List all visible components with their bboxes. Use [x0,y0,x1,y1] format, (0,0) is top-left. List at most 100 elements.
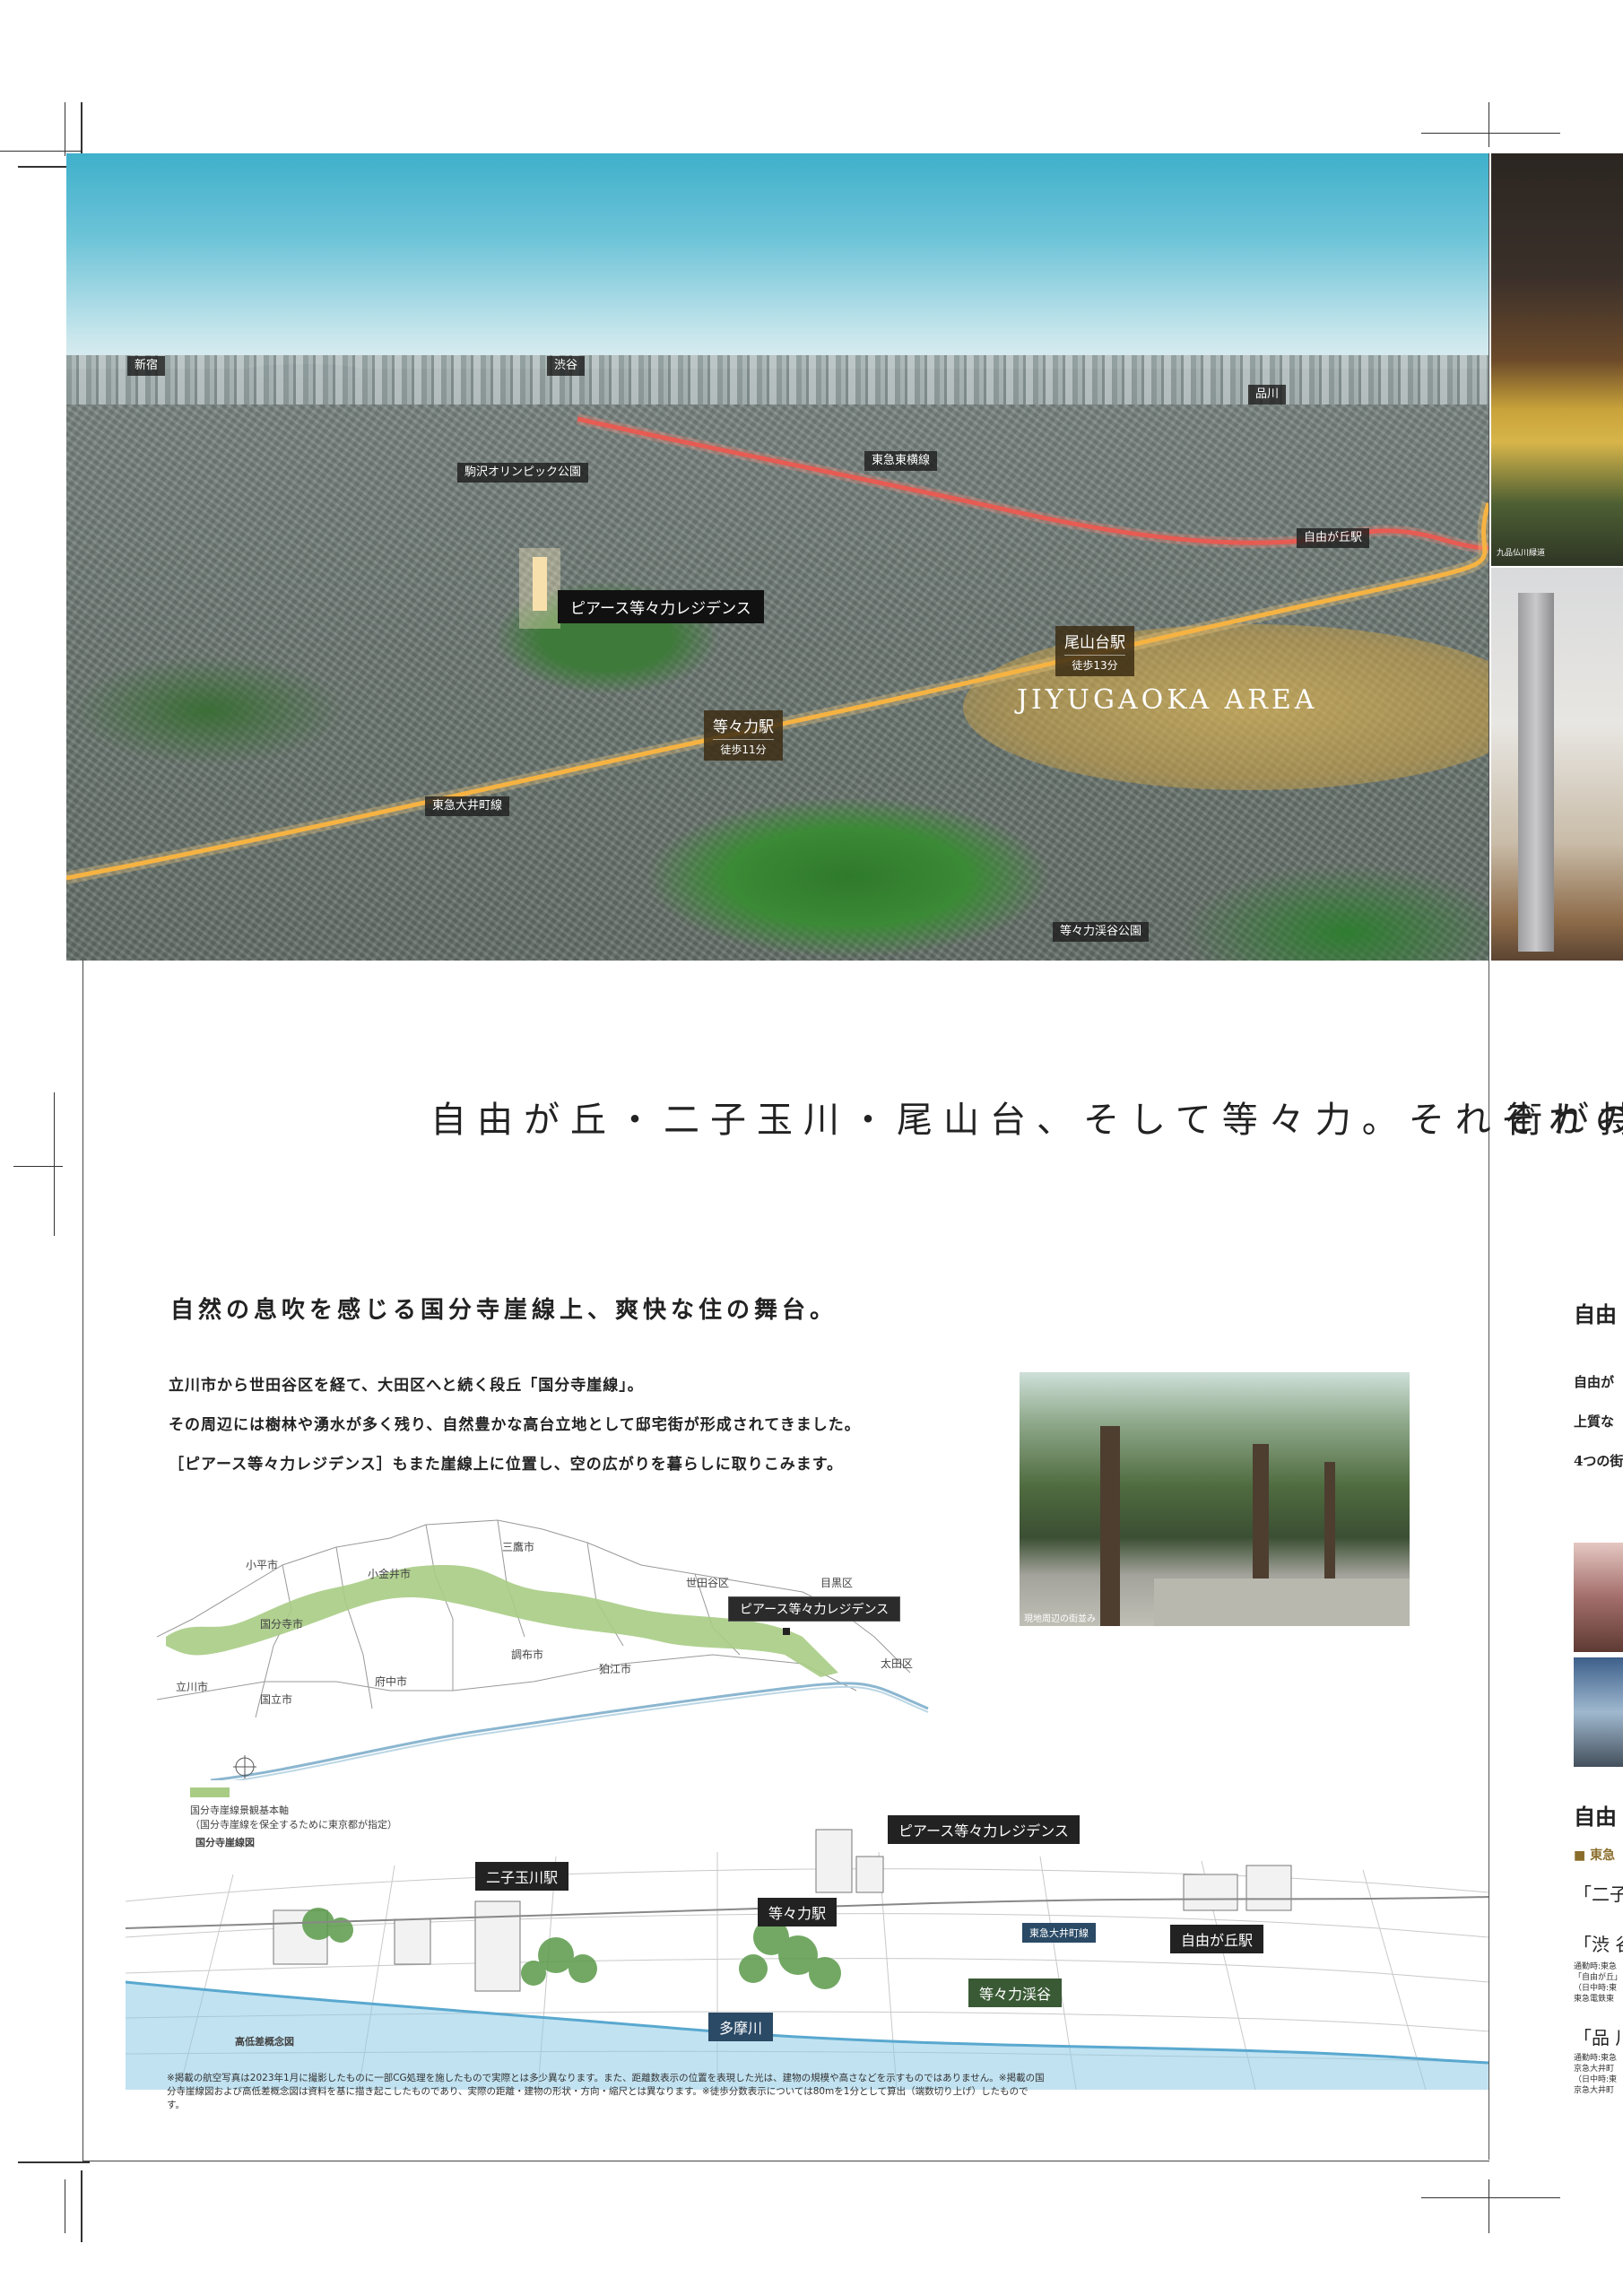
property-marker [783,1628,790,1635]
right-col-sub: ■ 東急 [1574,1848,1616,1863]
tree [521,1961,546,1986]
right-col-item-1: 「二子 [1574,1883,1623,1905]
right-col-photo-2 [1574,1657,1623,1767]
center-fold-line [1488,153,1489,2160]
map-legend-line1: 国分寺崖線景観基本軸 [190,1805,289,1816]
right-col-title-2: 自由 [1574,1804,1617,1830]
relief-caption: 高低差概念図 [235,2036,294,2048]
right-col-photo-1 [1574,1543,1623,1652]
todoroki-walk: 徒歩11分 [713,739,774,757]
section-title: 自然の息吹を感じる国分寺崖線上、爽快な住の舞台。 [170,1297,838,1324]
right-col-line-3: 4つの街 [1574,1453,1623,1469]
label-property: ピアース等々力レジデンス [558,590,764,623]
label-oimachi-line: 東急大井町線 [425,796,510,816]
crop-mark [1421,2197,1560,2198]
map-koganei: 小金井市 [368,1568,412,1580]
section-line-1: 立川市から世田谷区を経て、大田区へと続く段丘「国分寺崖線」。 [169,1377,644,1395]
jiyugaoka-building [1183,1874,1238,1911]
footnote: ※掲載の航空写真は2023年1月に撮影したものに一部CG処理を施したもので実際と… [167,2073,1045,2111]
tree [809,1957,841,1989]
crop-mark [1421,133,1560,134]
right-col-item-3-note-2: 京急大井町 [1574,2065,1615,2074]
tama-river-2 [231,1685,929,1780]
label-jiyugaoka-station: 自由が丘駅 [1297,528,1370,548]
map-komae: 狛江市 [599,1663,632,1675]
right-col-item-3-note-3: （日中時:東 [1574,2075,1618,2084]
map-kokubunji: 国分寺市 [260,1618,304,1631]
sidewalk [1154,1578,1410,1626]
label-shibuya: 渋谷 [547,356,586,376]
map-chofu: 調布市 [511,1648,544,1661]
relief-keikoku-label: 等々力渓谷 [968,1979,1063,2007]
map-kunitachi: 国立市 [260,1693,293,1706]
section-line-3: ［ピアース等々力レジデンス］もまた崖線上に位置し、空の広がりを暮らしに取りこみま… [169,1456,844,1474]
right-col-item-2-note-2: 「自由が丘」 [1574,1973,1623,1982]
label-shinjuku: 新宿 [127,356,166,376]
oyamadai-walk: 徒歩13分 [1064,655,1125,673]
label-toyoko-line: 東急東横線 [864,451,938,471]
relief-oimachi-label: 東急大井町線 [1022,1923,1096,1943]
map-fuchu: 府中市 [375,1675,408,1688]
right-col-item-3: 「品 川 [1574,2027,1623,2048]
right-photo-strip: 九品仏川緑道 [1491,153,1623,961]
kokubunji-map [157,1519,929,1780]
main-heading: 自由が丘・二子玉川・尾山台、そして等々力。それぞれの [430,1100,1623,1141]
tree [739,1954,768,1983]
interior-pillar [1518,593,1554,952]
relief-property-label: ピアース等々力レジデンス [888,1815,1080,1844]
right-col-item-3-note-1: 通勤時:東急 [1574,2054,1618,2063]
label-todoroki-station: 等々力駅 徒歩11分 [704,710,783,761]
map-meguro: 目黒区 [820,1577,854,1589]
right-col-item-3-note-4: 京急大井町 [1574,2086,1615,2095]
right-col-title: 自由 [1574,1301,1617,1327]
oimachi-line [66,502,1488,881]
label-shinagawa: 品川 [1248,385,1287,404]
aerial-photo: JIYUGAOKA AREA 新宿 渋谷 品川 駒沢オリンピック公園 東急東横線… [66,153,1488,961]
right-col-line-1: 自由が [1574,1374,1615,1390]
label-oyamadai-station: 尾山台駅 徒歩13分 [1055,626,1134,676]
crop-mark [13,1166,63,1167]
futako-building [474,1900,521,1992]
map-property-label: ピアース等々力レジデンス [728,1596,901,1622]
map-setagaya: 世田谷区 [686,1577,730,1589]
property-building-low [855,1856,884,1893]
crop-mark [1488,102,1489,147]
crop-mark [81,2170,82,2242]
right-col-item-2-note-1: 通勤時:東急 [1574,1962,1618,1971]
main-heading-continuation: 街が持 [1506,1100,1623,1141]
oyamadai-name: 尾山台駅 [1064,634,1125,652]
flower-shop-photo [1491,153,1623,566]
right-photo-caption: 九品仏川緑道 [1497,549,1546,558]
map-legend-swatch [190,1787,230,1797]
tree [568,1954,597,1983]
relief-tamagawa-label: 多摩川 [708,2013,774,2041]
crop-mark [0,151,81,152]
street-photo [1020,1372,1410,1626]
crop-mark [1488,2179,1489,2233]
map-mitaka: 三鷹市 [502,1541,535,1553]
right-col-item-2-note-4: 東急電鉄東 [1574,1995,1615,2004]
rail-lines [66,413,1488,884]
relief-futako-label: 二子玉川駅 [475,1862,569,1891]
property-building [815,1829,853,1893]
street-photo-caption: 現地周辺の街並み [1024,1614,1096,1624]
section-line-2: その周辺には樹林や湧水が多く残り、自然豊かな高台立地として邸宅街が形成されてきま… [169,1416,861,1434]
label-todoroki-park: 等々力渓谷公園 [1053,922,1150,942]
oimachi-glow [66,500,1488,884]
relief-todoroki-label: 等々力駅 [758,1898,838,1926]
interior-photo [1491,568,1623,961]
relief-jiyugaoka-label: 自由が丘駅 [1170,1925,1264,1953]
map-ota: 太田区 [881,1657,914,1670]
futako-building [394,1918,431,1965]
right-col-item-2: 「渋 谷 [1574,1934,1623,1955]
crop-mark [18,2161,90,2163]
map-kodaira: 小平市 [246,1559,279,1571]
label-komazawa: 駒沢オリンピック公園 [457,463,589,483]
right-col-item-2-note-3: （日中時:東 [1574,1984,1618,1993]
map-tachikawa: 立川市 [176,1681,209,1693]
crop-mark [54,1092,55,1236]
right-col-line-2: 上質な [1574,1413,1615,1430]
jiyugaoka-building [1245,1865,1292,1911]
tree-trunk [1100,1426,1120,1626]
relief-illustration [126,1829,1488,2090]
